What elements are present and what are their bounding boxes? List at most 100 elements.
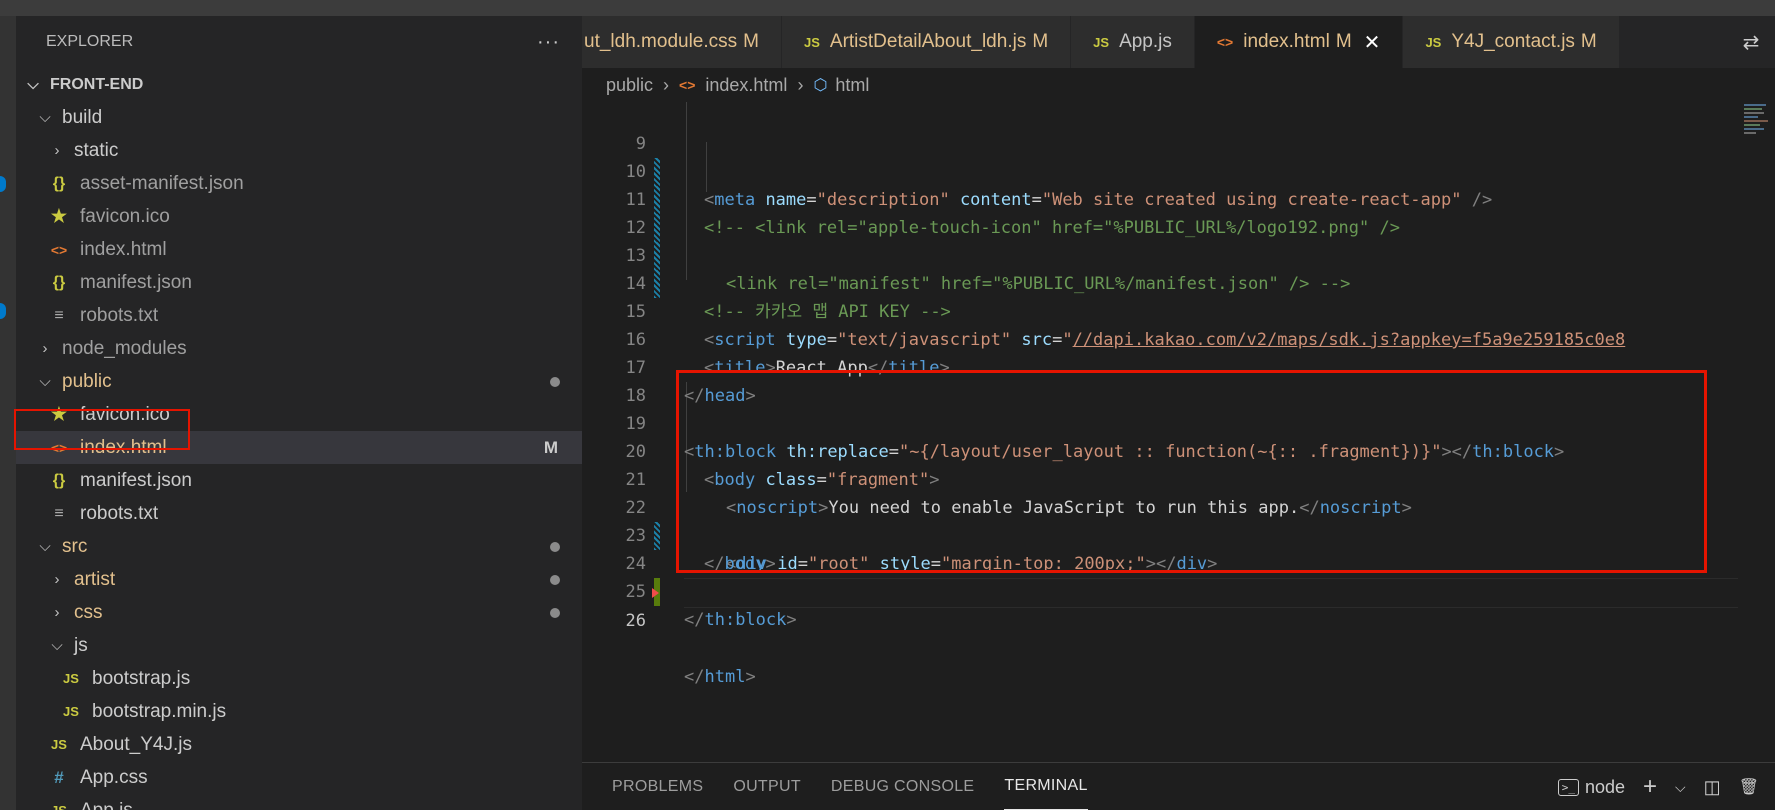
tree-item[interactable]: <> index.html M bbox=[16, 431, 582, 464]
deleted-lines-marker bbox=[652, 588, 659, 598]
js-file-icon: JS bbox=[51, 737, 67, 752]
tree-item[interactable]: {} manifest.json bbox=[16, 464, 582, 497]
tab-problems[interactable]: PROBLEMS bbox=[612, 763, 703, 810]
tree-item[interactable]: ★ favicon.ico bbox=[16, 398, 582, 431]
tree-item-label: favicon.ico bbox=[80, 403, 170, 425]
chevron-right-icon: › bbox=[663, 74, 670, 95]
tab-label: Y4J_contact.js bbox=[1451, 31, 1575, 52]
tab-debug-console[interactable]: DEBUG CONSOLE bbox=[831, 763, 975, 810]
tree-item-label: public bbox=[62, 370, 112, 392]
css-file-icon: # bbox=[54, 767, 64, 787]
editor-tab[interactable]: ut_ldh.module.css M bbox=[582, 16, 782, 68]
explorer-title: EXPLORER bbox=[46, 33, 134, 50]
tree-item[interactable]: ≡ robots.txt bbox=[16, 497, 582, 530]
tab-output[interactable]: OUTPUT bbox=[733, 763, 801, 810]
breadcrumb-index-html[interactable]: index.html bbox=[705, 75, 787, 96]
tree-item-label: js bbox=[74, 634, 88, 656]
chevron-down-icon: ⌵ bbox=[39, 373, 51, 390]
tree-item[interactable]: # App.css bbox=[16, 761, 582, 794]
tree-item-label: build bbox=[62, 106, 103, 128]
chevron-down-icon[interactable]: ⌵ bbox=[1675, 779, 1686, 796]
modified-badge: M bbox=[1335, 31, 1352, 52]
js-file-icon: JS bbox=[803, 34, 820, 50]
tree-item-label: static bbox=[74, 139, 119, 161]
tree-item-label: About_Y4J.js bbox=[80, 733, 192, 755]
tree-item-label: robots.txt bbox=[80, 304, 159, 326]
code-line: 17 </head> bbox=[625, 358, 756, 406]
tree-item-label: node_modules bbox=[62, 337, 187, 359]
breadcrumb-html[interactable]: html bbox=[835, 75, 869, 96]
chevron-down-icon: ⌵ bbox=[39, 109, 51, 126]
text-file-icon: ≡ bbox=[54, 504, 64, 522]
tree-item-label: robots.txt bbox=[80, 502, 159, 524]
terminal-icon: >_ bbox=[1557, 778, 1579, 796]
new-terminal-icon[interactable]: + bbox=[1643, 773, 1657, 801]
modified-badge: M bbox=[1580, 31, 1597, 52]
tab-label: App.js bbox=[1119, 31, 1172, 52]
tree-item[interactable]: JS bootstrap.min.js bbox=[16, 695, 582, 728]
code-line: 24 </th:block> bbox=[625, 554, 797, 630]
tree-item[interactable]: ≡ robots.txt bbox=[16, 299, 582, 332]
chevron-right-icon: › bbox=[54, 142, 60, 159]
tree-item[interactable]: JS About_Y4J.js bbox=[16, 728, 582, 761]
tree-item[interactable]: ★ favicon.ico bbox=[16, 200, 582, 233]
explorer-header: EXPLORER ··· bbox=[16, 16, 582, 68]
tree-item[interactable]: › artist bbox=[16, 563, 582, 596]
tree-item[interactable]: ⌵ build bbox=[16, 101, 582, 134]
modified-badge: M bbox=[543, 437, 558, 457]
json-file-icon: {} bbox=[52, 174, 66, 192]
tree-item[interactable]: {} asset-manifest.json bbox=[16, 167, 582, 200]
tree-item[interactable]: › css bbox=[16, 596, 582, 629]
code-line: 23 </body> bbox=[625, 526, 776, 574]
code-line: 14 <!-- 카카오 맵 API KEY --> bbox=[625, 274, 951, 322]
tree-item-label: asset-manifest.json bbox=[80, 172, 244, 194]
editor-tab[interactable]: <> index.html M ✕ bbox=[1194, 16, 1404, 68]
title-bar bbox=[0, 0, 1775, 16]
tree-item-label: manifest.json bbox=[80, 271, 192, 293]
tree-item[interactable]: <> index.html bbox=[16, 233, 582, 266]
tree-item[interactable]: {} manifest.json bbox=[16, 266, 582, 299]
editor-tab[interactable]: JS ArtistDetailAbout_ldh.js M bbox=[781, 16, 1072, 68]
favicon-file-icon: ★ bbox=[50, 404, 68, 424]
code-line: 9 <meta name="description" content="Web … bbox=[635, 134, 1493, 210]
trash-icon[interactable]: 🗑 bbox=[1739, 777, 1759, 797]
editor-tab[interactable]: JS App.js bbox=[1071, 16, 1195, 68]
close-icon[interactable]: ✕ bbox=[1364, 30, 1381, 55]
modified-dot-icon bbox=[550, 376, 560, 387]
html-file-icon: <> bbox=[1216, 34, 1234, 50]
tree-item-label: App.js bbox=[80, 799, 133, 810]
chevron-down-icon: ⌵ bbox=[51, 637, 63, 654]
tree-item[interactable]: ⌵ src bbox=[16, 530, 582, 563]
code-line: 10 <!-- <link rel="apple-touch-icon" hre… bbox=[625, 162, 1400, 238]
tree-item[interactable]: JS bootstrap.js bbox=[16, 662, 582, 695]
chevron-down-icon: ⌵ bbox=[27, 76, 39, 93]
tree-item[interactable]: ⌵ public bbox=[16, 365, 582, 398]
code-line: 22 <div id="root" style="margin-top: 200… bbox=[625, 498, 1218, 574]
js-file-icon: JS bbox=[63, 704, 79, 719]
tree-item[interactable]: JS App.js bbox=[16, 794, 582, 810]
code-editor[interactable]: 9 <meta name="description" content="Web … bbox=[582, 102, 1738, 762]
tree-item[interactable]: › static bbox=[16, 134, 582, 167]
terminal-selector[interactable]: >_ node bbox=[1557, 777, 1625, 798]
breadcrumb-public[interactable]: public bbox=[606, 75, 653, 96]
tree-item[interactable]: ⌵ js bbox=[16, 629, 582, 662]
tab-label: ut_ldh.module.css bbox=[584, 31, 738, 52]
tree-item-label: bootstrap.js bbox=[92, 667, 191, 689]
minimap[interactable] bbox=[1738, 102, 1775, 762]
open-changes-icon[interactable]: ⇄ bbox=[1727, 16, 1775, 68]
chevron-right-icon: › bbox=[54, 604, 60, 621]
more-actions-icon[interactable]: ··· bbox=[537, 31, 560, 54]
editor-tab-bar: ut_ldh.module.css M JS ArtistDetailAbout_ld… bbox=[582, 16, 1775, 68]
split-terminal-icon[interactable]: ◫ bbox=[1704, 777, 1721, 798]
tree-item-label: bootstrap.min.js bbox=[92, 700, 227, 722]
code-line: 11 bbox=[582, 158, 1738, 242]
modified-dot-icon bbox=[550, 607, 560, 618]
modified-dot-icon bbox=[550, 541, 560, 552]
tree-item[interactable]: ⌵ FRONT-END bbox=[16, 68, 582, 101]
tree-item[interactable]: › node_modules bbox=[16, 332, 582, 365]
editor-tab[interactable]: JS Y4J_contact.js M bbox=[1403, 16, 1620, 68]
tree-item-label: App.css bbox=[80, 766, 148, 788]
tree-item-label: manifest.json bbox=[80, 469, 192, 491]
tab-terminal[interactable]: TERMINAL bbox=[1004, 763, 1088, 810]
code-line: 18 bbox=[625, 386, 646, 406]
